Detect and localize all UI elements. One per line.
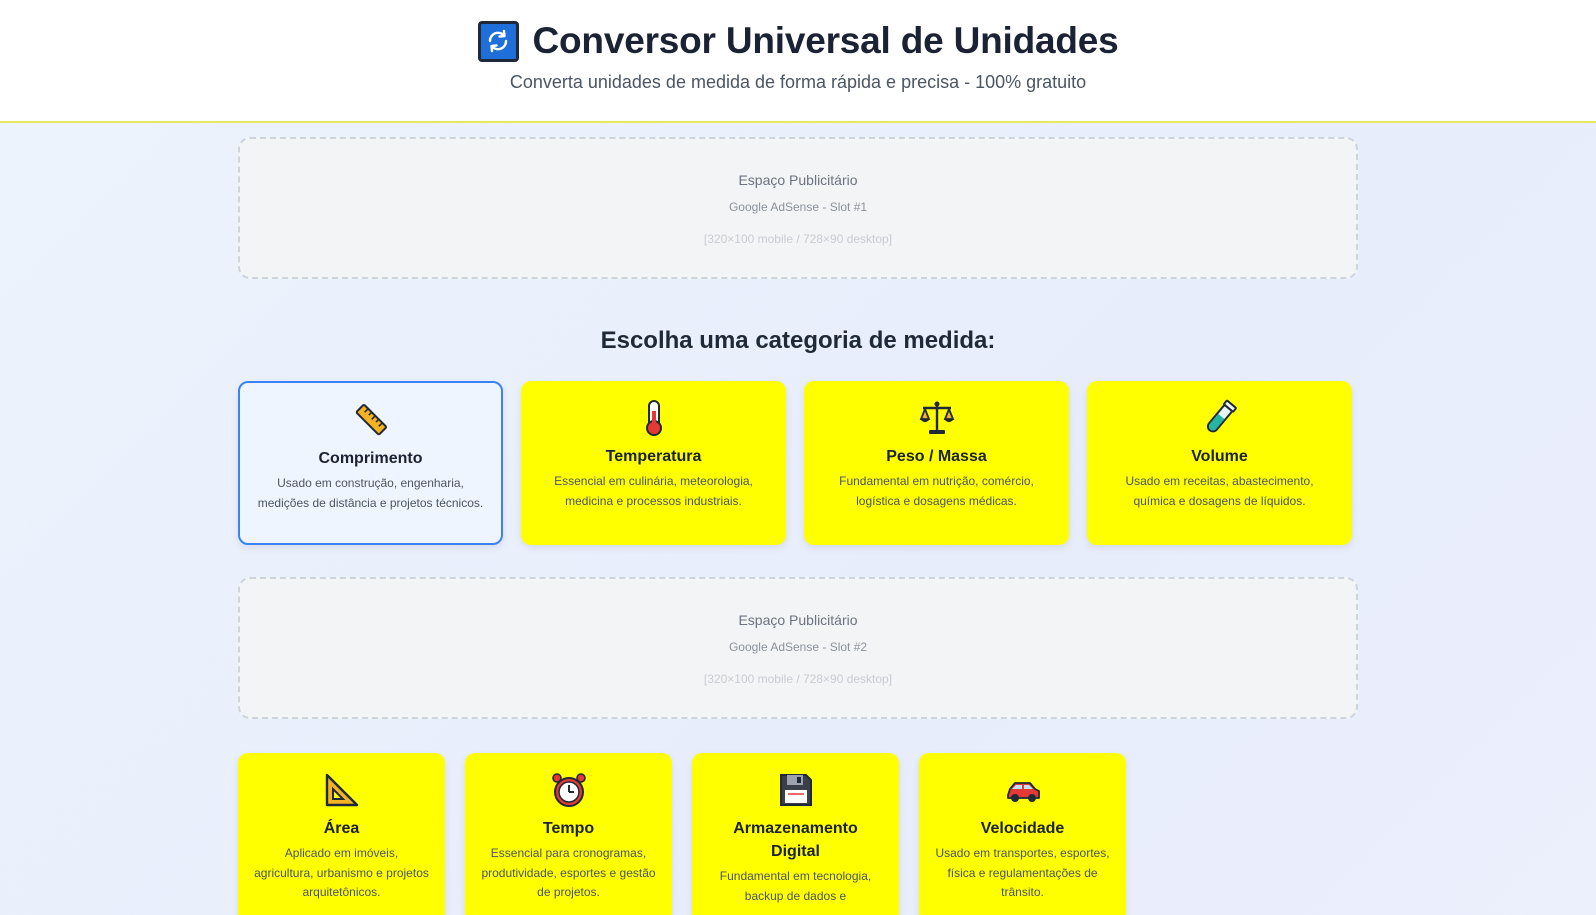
ad-title: Espaço Publicitário <box>738 612 858 628</box>
category-description: Usado em receitas, abastecimento, químic… <box>1125 474 1314 508</box>
car-icon <box>935 771 1110 809</box>
category-title: Volume <box>1191 448 1248 465</box>
floppy-disk-icon <box>708 771 883 809</box>
triangle-ruler-icon <box>254 771 429 809</box>
ad-slot-label: Google AdSense - Slot #1 <box>728 200 868 214</box>
category-description: Essencial para cronogramas, produtividad… <box>481 846 656 899</box>
category-description: Fundamental em nutrição, comércio, logís… <box>839 474 1034 508</box>
category-card-area[interactable]: Área Aplicado em imóveis, agricultura, u… <box>238 753 445 915</box>
category-title: Comprimento <box>318 450 423 467</box>
category-title: Armazenamento Digital <box>733 820 858 860</box>
main-content: Espaço Publicitário Google AdSense - Slo… <box>238 137 1358 915</box>
category-description: Essencial em culinária, meteorologia, me… <box>554 474 753 508</box>
category-description: Usado em transportes, esportes, física e… <box>935 846 1110 899</box>
category-title: Área <box>323 820 360 837</box>
thermometer-icon <box>537 399 770 437</box>
category-description: Usado em construção, engenharia, mediçõe… <box>257 476 484 510</box>
category-card-peso-massa[interactable]: Peso / Massa Fundamental em nutrição, co… <box>804 381 1069 545</box>
title-row: Conversor Universal de Unidades <box>0 20 1596 62</box>
page-title: Conversor Universal de Unidades <box>532 20 1119 61</box>
category-card-velocidade[interactable]: Velocidade Usado em transportes, esporte… <box>919 753 1126 915</box>
ad-slot-label: Google AdSense - Slot #2 <box>728 640 868 654</box>
category-title: Velocidade <box>980 820 1065 837</box>
alarm-clock-icon <box>481 771 656 809</box>
page-subtitle: Converta unidades de medida de forma ráp… <box>509 72 1087 92</box>
site-header: Conversor Universal de Unidades Converta… <box>0 0 1596 123</box>
category-title: Peso / Massa <box>886 448 987 465</box>
ad-slot-2[interactable]: Espaço Publicitário Google AdSense - Slo… <box>238 577 1358 719</box>
category-card-armazenamento[interactable]: Armazenamento Digital Fundamental em tec… <box>692 753 899 915</box>
category-description: Fundamental em tecnologia, backup de dad… <box>719 869 872 903</box>
category-description: Aplicado em imóveis, agricultura, urbani… <box>254 846 429 899</box>
ad-slot-1[interactable]: Espaço Publicitário Google AdSense - Slo… <box>238 137 1358 279</box>
category-grid-row2: Área Aplicado em imóveis, agricultura, u… <box>238 753 1358 915</box>
refresh-arrows-icon <box>477 20 519 62</box>
category-grid-row1: Comprimento Usado em construção, engenha… <box>238 381 1358 545</box>
section-title: Escolha uma categoria de medida: <box>600 327 996 354</box>
category-title: Temperatura <box>605 448 702 465</box>
category-title: Tempo <box>542 820 595 837</box>
ad-title: Espaço Publicitário <box>738 172 858 188</box>
ad-size-label: [320×100 mobile / 728×90 desktop] <box>703 232 893 246</box>
category-card-tempo[interactable]: Tempo Essencial para cronogramas, produt… <box>465 753 672 915</box>
ruler-icon <box>256 401 485 439</box>
category-card-comprimento[interactable]: Comprimento Usado em construção, engenha… <box>238 381 503 545</box>
ad-size-label: [320×100 mobile / 728×90 desktop] <box>703 672 893 686</box>
category-card-temperatura[interactable]: Temperatura Essencial em culinária, mete… <box>521 381 786 545</box>
scale-icon <box>820 399 1053 437</box>
test-tube-icon <box>1103 399 1336 437</box>
category-card-volume[interactable]: Volume Usado em receitas, abastecimento,… <box>1087 381 1352 545</box>
